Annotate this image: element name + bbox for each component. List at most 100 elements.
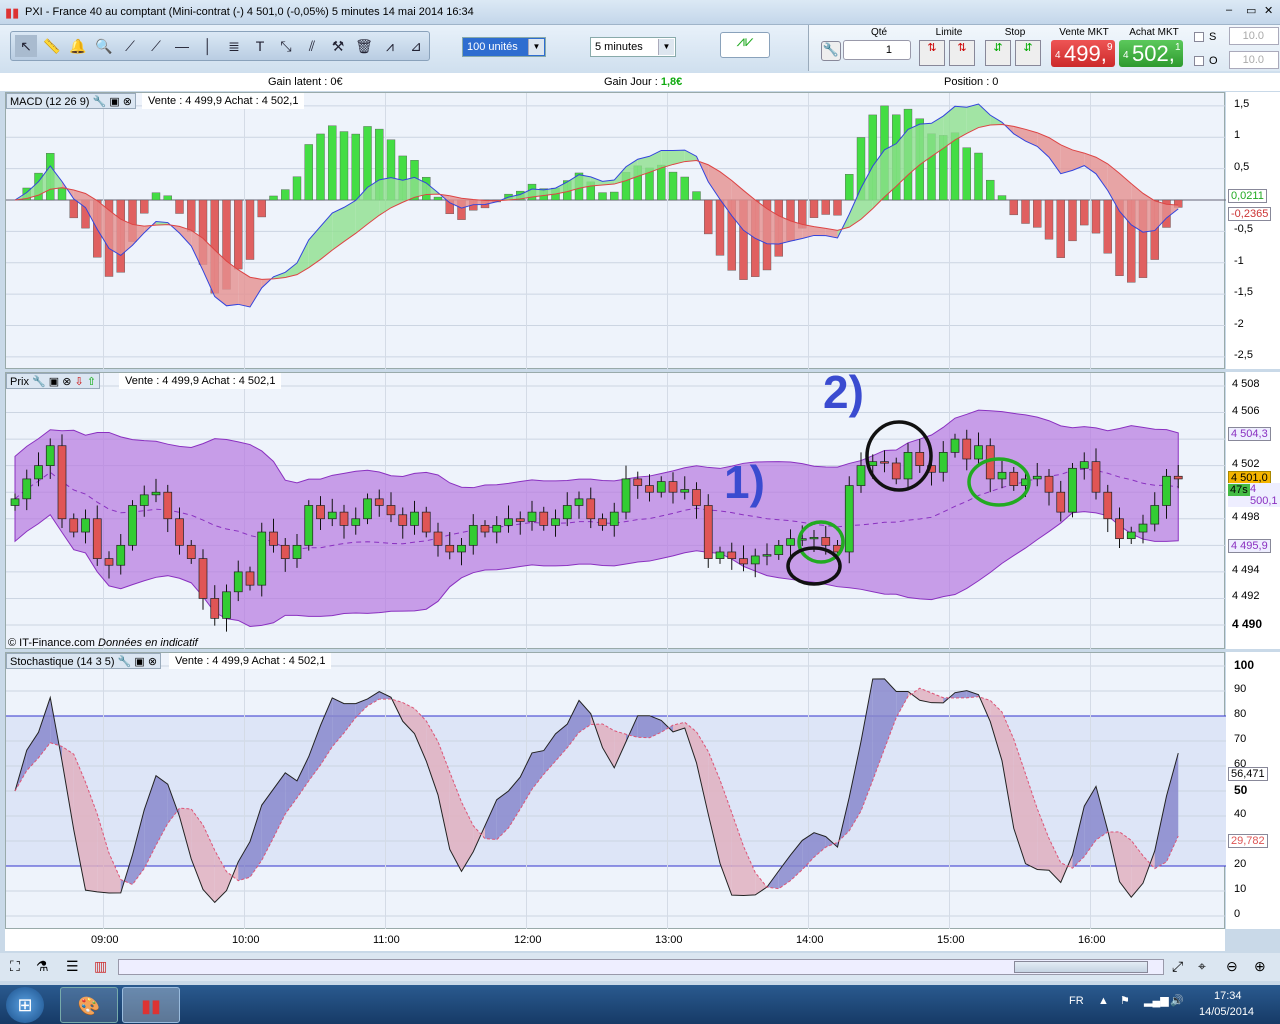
window-icon[interactable]: ▣ [134, 656, 144, 668]
vertical-line-icon[interactable]: │ [197, 35, 219, 57]
macd-histogram-bar [809, 199, 819, 218]
triangle-icon[interactable]: ⊿ [405, 35, 427, 57]
price-panel[interactable]: Prix 🔧 ▣ ⊗ ⇩ ⇧ Vente : 4 499,9 Achat : 4… [5, 366, 1226, 650]
close-icon[interactable]: ⊗ [62, 376, 71, 388]
buy-arrow-icon[interactable]: ⇧ [87, 376, 96, 388]
candle [139, 494, 149, 506]
chart-style-button[interactable]: ⩘⩗ [720, 32, 770, 58]
price-chart [6, 373, 1226, 650]
candle [1056, 491, 1066, 513]
clock-time[interactable]: 17:34 [1214, 990, 1242, 1002]
macd-histogram-bar [986, 179, 995, 201]
horizontal-scrollbar[interactable] [118, 959, 1164, 975]
timeframe-select[interactable]: 5 minutes ▼ [590, 37, 676, 57]
wrench-icon[interactable]: 🔧 [32, 376, 46, 388]
zoom-in-icon[interactable]: ⊕ [1254, 958, 1266, 975]
macd-histogram-bar [950, 132, 960, 201]
indicator-icon[interactable]: ⚗ [36, 958, 49, 975]
network-icon[interactable]: ▂▄▆ [1144, 994, 1169, 1007]
sell-market-button[interactable]: 4 499, 9 [1051, 40, 1115, 67]
maximize-button[interactable]: ▭ [1246, 4, 1256, 17]
macd-cloud [238, 269, 250, 307]
clock-date[interactable]: 14/05/2014 [1199, 1006, 1254, 1018]
tools-icon[interactable]: ⚒ [327, 35, 349, 57]
candle [292, 544, 302, 559]
close-icon[interactable]: ⊗ [148, 656, 157, 668]
fit-icon[interactable]: ⌖ [1198, 958, 1206, 975]
copyright: © IT-Finance.com [8, 637, 95, 649]
o-checkbox[interactable] [1194, 56, 1204, 66]
text-icon[interactable]: T [249, 35, 271, 57]
limit-buy-button[interactable]: ⇅ [919, 40, 945, 66]
parallel-line-icon[interactable]: ⫽ [301, 35, 323, 57]
quantity-value: 100 unités [467, 41, 518, 53]
chart-add-icon[interactable]: ⛶ [10, 958, 20, 975]
price-axis: 4 508 4 506 4 502 4 498 4 494 4 492 4 490 4 504… [1226, 372, 1280, 649]
trash-icon[interactable]: 🗑 [353, 35, 375, 57]
candle [668, 481, 678, 493]
buy-price: 502, [1132, 41, 1175, 66]
alarm-bell-icon[interactable]: 🔔 [67, 35, 89, 57]
candle [903, 452, 913, 480]
scrollbar-thumb[interactable] [1014, 961, 1148, 973]
candle [34, 465, 43, 480]
list-icon[interactable]: ☰ [66, 958, 79, 975]
macd-histogram-bar [833, 199, 842, 216]
macd-histogram-bar [668, 171, 678, 201]
stoch-panel[interactable]: Stochastique (14 3 5) 🔧 ▣ ⊗ Vente : 4 49… [5, 652, 1226, 930]
signal-value: -0,2365 [1228, 207, 1272, 222]
minimize-button[interactable]: – [1226, 4, 1232, 16]
trading-app-taskbar-icon[interactable]: ▮▮ [122, 987, 180, 1023]
wrench-icon[interactable]: 🔧 [821, 41, 841, 61]
segment-icon[interactable]: ⟋ [119, 35, 141, 57]
flag-icon[interactable]: ⚑ [1120, 994, 1130, 1007]
magnifier-icon[interactable]: 🔍 [93, 35, 115, 57]
stoch-quote: Vente : 4 499,9 Achat : 4 502,1 [169, 653, 332, 669]
start-button[interactable]: ⊞ [6, 987, 44, 1023]
macd-histogram-bar [339, 131, 349, 201]
o-input[interactable]: 10.0 [1229, 51, 1279, 69]
candle [1173, 475, 1183, 480]
tray-arrow-icon[interactable]: ▲ [1098, 995, 1109, 1007]
stoch-cloud [931, 692, 944, 703]
macd-tick: 0,5 [1234, 160, 1250, 173]
channel-icon[interactable]: ⤡ [275, 35, 297, 57]
quantity-select[interactable]: 100 unités ▼ [462, 37, 546, 57]
wrench-icon[interactable]: 🔧 [93, 96, 107, 108]
autoscale-icon[interactable]: ⤢ [1172, 958, 1183, 975]
time-tick: 13:00 [655, 934, 683, 946]
paint-taskbar-icon[interactable]: 🎨 [60, 987, 118, 1023]
macd-histogram-bar [704, 199, 713, 235]
limit-sell-button[interactable]: ⇅ [949, 40, 975, 66]
close-button[interactable]: ✕ [1264, 4, 1273, 17]
zoom-out-icon[interactable]: ⊖ [1226, 958, 1238, 975]
stop-buy-button[interactable]: ⇵ [985, 40, 1011, 66]
stoch-tick: 80 [1234, 708, 1247, 720]
time-tick: 11:00 [373, 934, 400, 946]
qty-input[interactable]: 1 [843, 40, 911, 60]
app-icon: ▮▮ [5, 5, 20, 20]
pointer-icon[interactable]: ↖ [15, 35, 37, 57]
volume-icon[interactable]: 🔊 [1170, 994, 1184, 1007]
wrench-icon[interactable]: 🔧 [118, 656, 132, 668]
buy-market-button[interactable]: 4 502, 1 [1119, 40, 1183, 67]
window-icon[interactable]: ▣ [109, 96, 119, 108]
stop-sell-button[interactable]: ⇵ [1015, 40, 1041, 66]
candle [1115, 518, 1124, 540]
sell-arrow-icon[interactable]: ⇩ [75, 376, 84, 388]
trend-line-icon[interactable]: ⟋ [145, 35, 167, 57]
horizontal-line-icon[interactable]: — [171, 35, 193, 57]
s-checkbox[interactable] [1194, 32, 1204, 42]
s-input[interactable]: 10.0 [1229, 27, 1279, 45]
macd-histogram-bar [316, 133, 325, 201]
macd-histogram-bar [1091, 199, 1101, 234]
candles-icon[interactable]: ▥ [94, 958, 107, 975]
close-icon[interactable]: ⊗ [123, 96, 132, 108]
zigzag-icon[interactable]: ⩘ [379, 35, 401, 57]
fibonacci-icon[interactable]: ≣ [223, 35, 245, 57]
ruler-icon[interactable]: 📏 [41, 35, 63, 57]
window-icon[interactable]: ▣ [49, 376, 59, 388]
language-indicator[interactable]: FR [1069, 995, 1084, 1007]
macd-histogram-bar [845, 174, 854, 201]
macd-panel[interactable]: MACD (12 26 9) 🔧 ▣ ⊗ Vente : 4 499,9 Ach… [5, 92, 1226, 370]
